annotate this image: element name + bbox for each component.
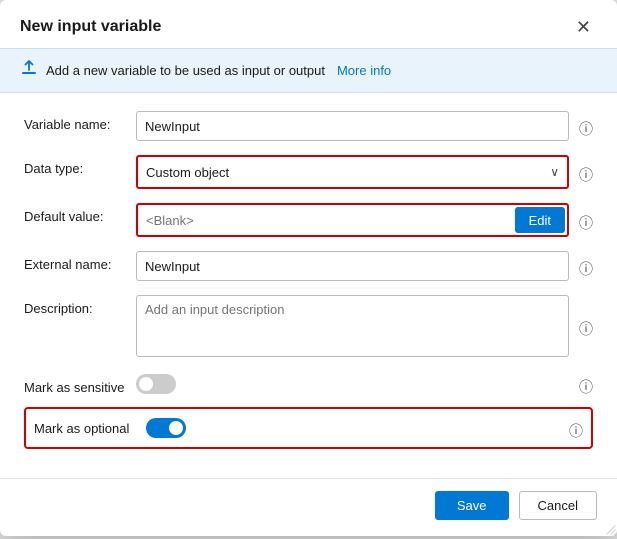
info-banner: Add a new variable to be used as input o… <box>0 48 617 93</box>
mark-sensitive-row: Mark as sensitive ⓘ <box>24 371 593 397</box>
mark-optional-label: Mark as optional <box>34 421 146 436</box>
toggle-slider-optional <box>146 418 186 438</box>
external-name-row: External name: ⓘ <box>24 251 593 281</box>
mark-sensitive-label: Mark as sensitive <box>24 374 136 395</box>
data-type-select[interactable]: Text Number Boolean Custom object Date a… <box>138 157 567 187</box>
save-button[interactable]: Save <box>435 491 509 520</box>
variable-name-row: Variable name: ⓘ <box>24 111 593 141</box>
data-type-info-icon[interactable]: ⓘ <box>579 159 593 185</box>
banner-text: Add a new variable to be used as input o… <box>46 63 325 78</box>
dialog-header: New input variable ✕ <box>0 0 617 48</box>
mark-optional-control: ⓘ <box>146 415 583 441</box>
variable-name-input[interactable] <box>136 111 569 141</box>
variable-name-control: ⓘ <box>136 111 593 141</box>
external-name-label: External name: <box>24 251 136 272</box>
mark-optional-toggle[interactable] <box>146 418 186 438</box>
data-type-control: Text Number Boolean Custom object Date a… <box>136 155 593 189</box>
upload-icon <box>20 59 38 82</box>
dialog-title: New input variable <box>20 18 161 36</box>
description-info-icon[interactable]: ⓘ <box>579 313 593 339</box>
default-value-row: Default value: Edit ⓘ <box>24 203 593 237</box>
default-value-input[interactable] <box>138 205 509 235</box>
mark-optional-row: Mark as optional ⓘ <box>24 407 593 449</box>
external-name-input[interactable] <box>136 251 569 281</box>
edit-button[interactable]: Edit <box>515 207 565 233</box>
data-type-row: Data type: Text Number Boolean Custom ob… <box>24 155 593 189</box>
data-type-label: Data type: <box>24 155 136 176</box>
toggle-slider <box>136 374 176 394</box>
variable-name-info-icon[interactable]: ⓘ <box>579 113 593 139</box>
dialog-footer: Save Cancel <box>0 478 617 536</box>
resize-handle[interactable] <box>605 524 617 536</box>
default-value-control: Edit ⓘ <box>136 203 593 237</box>
more-info-link[interactable]: More info <box>337 63 391 78</box>
default-value-info-icon[interactable]: ⓘ <box>579 207 593 233</box>
form-body: Variable name: ⓘ Data type: Text Number … <box>0 93 617 478</box>
close-button[interactable]: ✕ <box>570 16 597 38</box>
description-input[interactable] <box>136 295 569 357</box>
mark-sensitive-toggle[interactable] <box>136 374 176 394</box>
external-name-control: ⓘ <box>136 251 593 281</box>
new-input-variable-dialog: New input variable ✕ Add a new variable … <box>0 0 617 536</box>
external-name-info-icon[interactable]: ⓘ <box>579 253 593 279</box>
mark-optional-info-icon[interactable]: ⓘ <box>569 415 583 441</box>
default-value-label: Default value: <box>24 203 136 224</box>
mark-sensitive-info-icon[interactable]: ⓘ <box>579 371 593 397</box>
default-value-input-wrap: Edit <box>136 203 569 237</box>
description-label: Description: <box>24 295 136 316</box>
mark-sensitive-control: ⓘ <box>136 371 593 397</box>
variable-name-label: Variable name: <box>24 111 136 132</box>
cancel-button[interactable]: Cancel <box>519 491 597 520</box>
description-control: ⓘ <box>136 295 593 357</box>
description-row: Description: ⓘ <box>24 295 593 357</box>
data-type-select-wrap: Text Number Boolean Custom object Date a… <box>136 155 569 189</box>
